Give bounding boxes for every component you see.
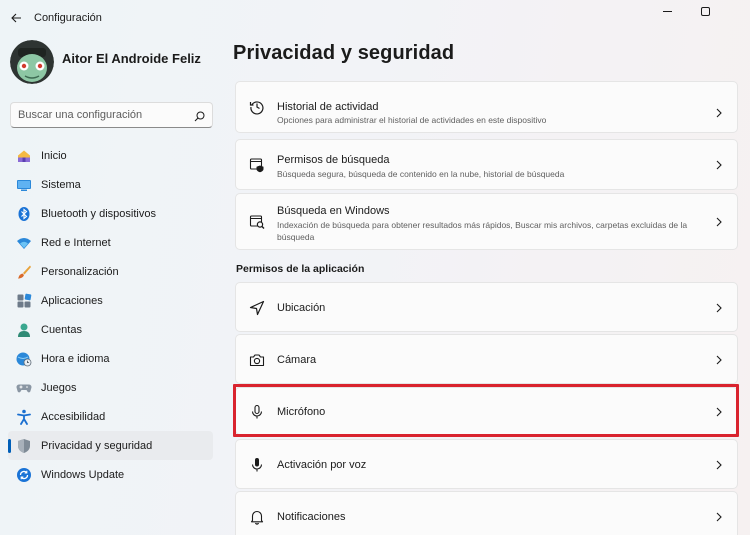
card-description: Indexación de búsqueda para obtener resu… <box>277 220 688 242</box>
sidebar-item-accesibilidad[interactable]: Accesibilidad <box>8 402 213 431</box>
sidebar-item-label: Cuentas <box>41 323 82 336</box>
card-title: Historial de actividad <box>277 101 379 113</box>
app-title: Configuración <box>34 12 102 24</box>
camera-icon <box>248 351 266 369</box>
update-icon <box>16 467 32 483</box>
back-button[interactable] <box>6 8 26 28</box>
card-historial-actividad[interactable]: Historial de actividad Opciones para adm… <box>235 81 738 133</box>
chevron-right-icon <box>714 512 724 522</box>
page-title: Privacidad y seguridad <box>233 42 455 64</box>
card-title: Permisos de búsqueda <box>277 154 390 166</box>
sidebar-item-juegos[interactable]: Juegos <box>8 373 213 402</box>
shield-icon <box>16 438 32 454</box>
chevron-right-icon <box>714 303 724 313</box>
bluetooth-icon <box>16 206 32 222</box>
globe-clock-icon <box>16 351 32 367</box>
chevron-right-icon <box>714 460 724 470</box>
card-description: Búsqueda segura, búsqueda de contenido e… <box>277 169 565 179</box>
card-title: Micrófono <box>277 406 326 418</box>
chevron-right-icon <box>714 217 724 227</box>
sidebar-item-label: Sistema <box>41 178 81 191</box>
card-microfono[interactable]: Micrófono <box>235 387 738 435</box>
sidebar-item-label: Privacidad y seguridad <box>41 439 153 452</box>
settings-search[interactable] <box>10 102 213 128</box>
voice-activation-icon <box>248 456 266 474</box>
sidebar-item-label: Juegos <box>41 381 77 394</box>
sidebar-item-hora[interactable]: Hora e idioma <box>8 344 213 373</box>
sidebar-item-label: Aplicaciones <box>41 294 103 307</box>
card-title: Cámara <box>277 354 317 366</box>
sidebar-item-red[interactable]: Red e Internet <box>8 228 213 257</box>
card-title: Ubicación <box>277 302 326 314</box>
wifi-icon <box>16 235 32 251</box>
chevron-right-icon <box>714 160 724 170</box>
card-title: Notificaciones <box>277 511 346 523</box>
avatar <box>10 40 54 84</box>
sidebar-item-aplicaciones[interactable]: Aplicaciones <box>8 286 213 315</box>
maximize-icon <box>701 7 710 16</box>
chevron-right-icon <box>714 355 724 365</box>
home-icon <box>16 148 32 164</box>
sidebar-item-windows-update[interactable]: Windows Update <box>8 460 213 489</box>
title-bar: Configuración <box>0 0 750 36</box>
sidebar-item-label: Hora e idioma <box>41 352 110 365</box>
android-avatar-icon <box>10 40 54 84</box>
chevron-right-icon <box>714 108 724 118</box>
bell-icon <box>248 508 266 526</box>
brush-icon <box>16 264 32 280</box>
gamepad-icon <box>16 380 32 396</box>
selection-indicator <box>8 439 11 453</box>
card-description: Opciones para administrar el historial d… <box>277 115 547 125</box>
minimize-icon <box>663 11 672 12</box>
user-icon <box>16 322 32 338</box>
sidebar-item-personalizacion[interactable]: Personalización <box>8 257 213 286</box>
sidebar-item-label: Windows Update <box>41 468 125 481</box>
card-title: Activación por voz <box>277 459 367 471</box>
section-header: Permisos de la aplicación <box>236 263 365 275</box>
monitor-icon <box>16 177 32 193</box>
sidebar-item-label: Accesibilidad <box>41 410 106 423</box>
back-arrow-icon <box>10 13 21 23</box>
card-camara[interactable]: Cámara <box>235 334 738 384</box>
profile-name: Aitor El Androide Feliz <box>62 50 201 66</box>
maximize-button[interactable] <box>686 3 726 21</box>
sidebar-item-cuentas[interactable]: Cuentas <box>8 315 213 344</box>
sidebar-item-label: Personalización <box>41 265 119 278</box>
sidebar-nav: Inicio Sistema Bluetooth y dispositivos … <box>8 141 213 489</box>
sidebar-item-sistema[interactable]: Sistema <box>8 170 213 199</box>
microphone-icon <box>248 403 266 421</box>
windows-search-icon <box>248 213 266 231</box>
location-icon <box>248 299 266 317</box>
card-permisos-busqueda[interactable]: Permisos de búsqueda Búsqueda segura, bú… <box>235 139 738 190</box>
apps-icon <box>16 293 32 309</box>
sidebar-item-inicio[interactable]: Inicio <box>8 141 213 170</box>
search-icon[interactable] <box>194 109 205 127</box>
sidebar-item-label: Inicio <box>41 149 67 162</box>
sidebar-item-label: Red e Internet <box>41 236 111 249</box>
card-activacion-voz[interactable]: Activación por voz <box>235 439 738 489</box>
card-title: Búsqueda en Windows <box>277 205 390 217</box>
chevron-right-icon <box>714 407 724 417</box>
card-ubicacion[interactable]: Ubicación <box>235 282 738 332</box>
sidebar-item-privacidad[interactable]: Privacidad y seguridad <box>8 431 213 460</box>
search-input[interactable] <box>11 103 191 127</box>
card-notificaciones[interactable]: Notificaciones <box>235 491 738 535</box>
search-permissions-icon <box>248 156 266 174</box>
sidebar-item-label: Bluetooth y dispositivos <box>41 207 156 220</box>
card-busqueda-windows[interactable]: Búsqueda en Windows Indexación de búsque… <box>235 193 738 250</box>
accessibility-icon <box>16 409 32 425</box>
user-profile[interactable]: Aitor El Androide Feliz <box>10 40 201 84</box>
minimize-button[interactable] <box>648 3 688 21</box>
sidebar-item-bluetooth[interactable]: Bluetooth y dispositivos <box>8 199 213 228</box>
history-icon <box>248 98 266 116</box>
